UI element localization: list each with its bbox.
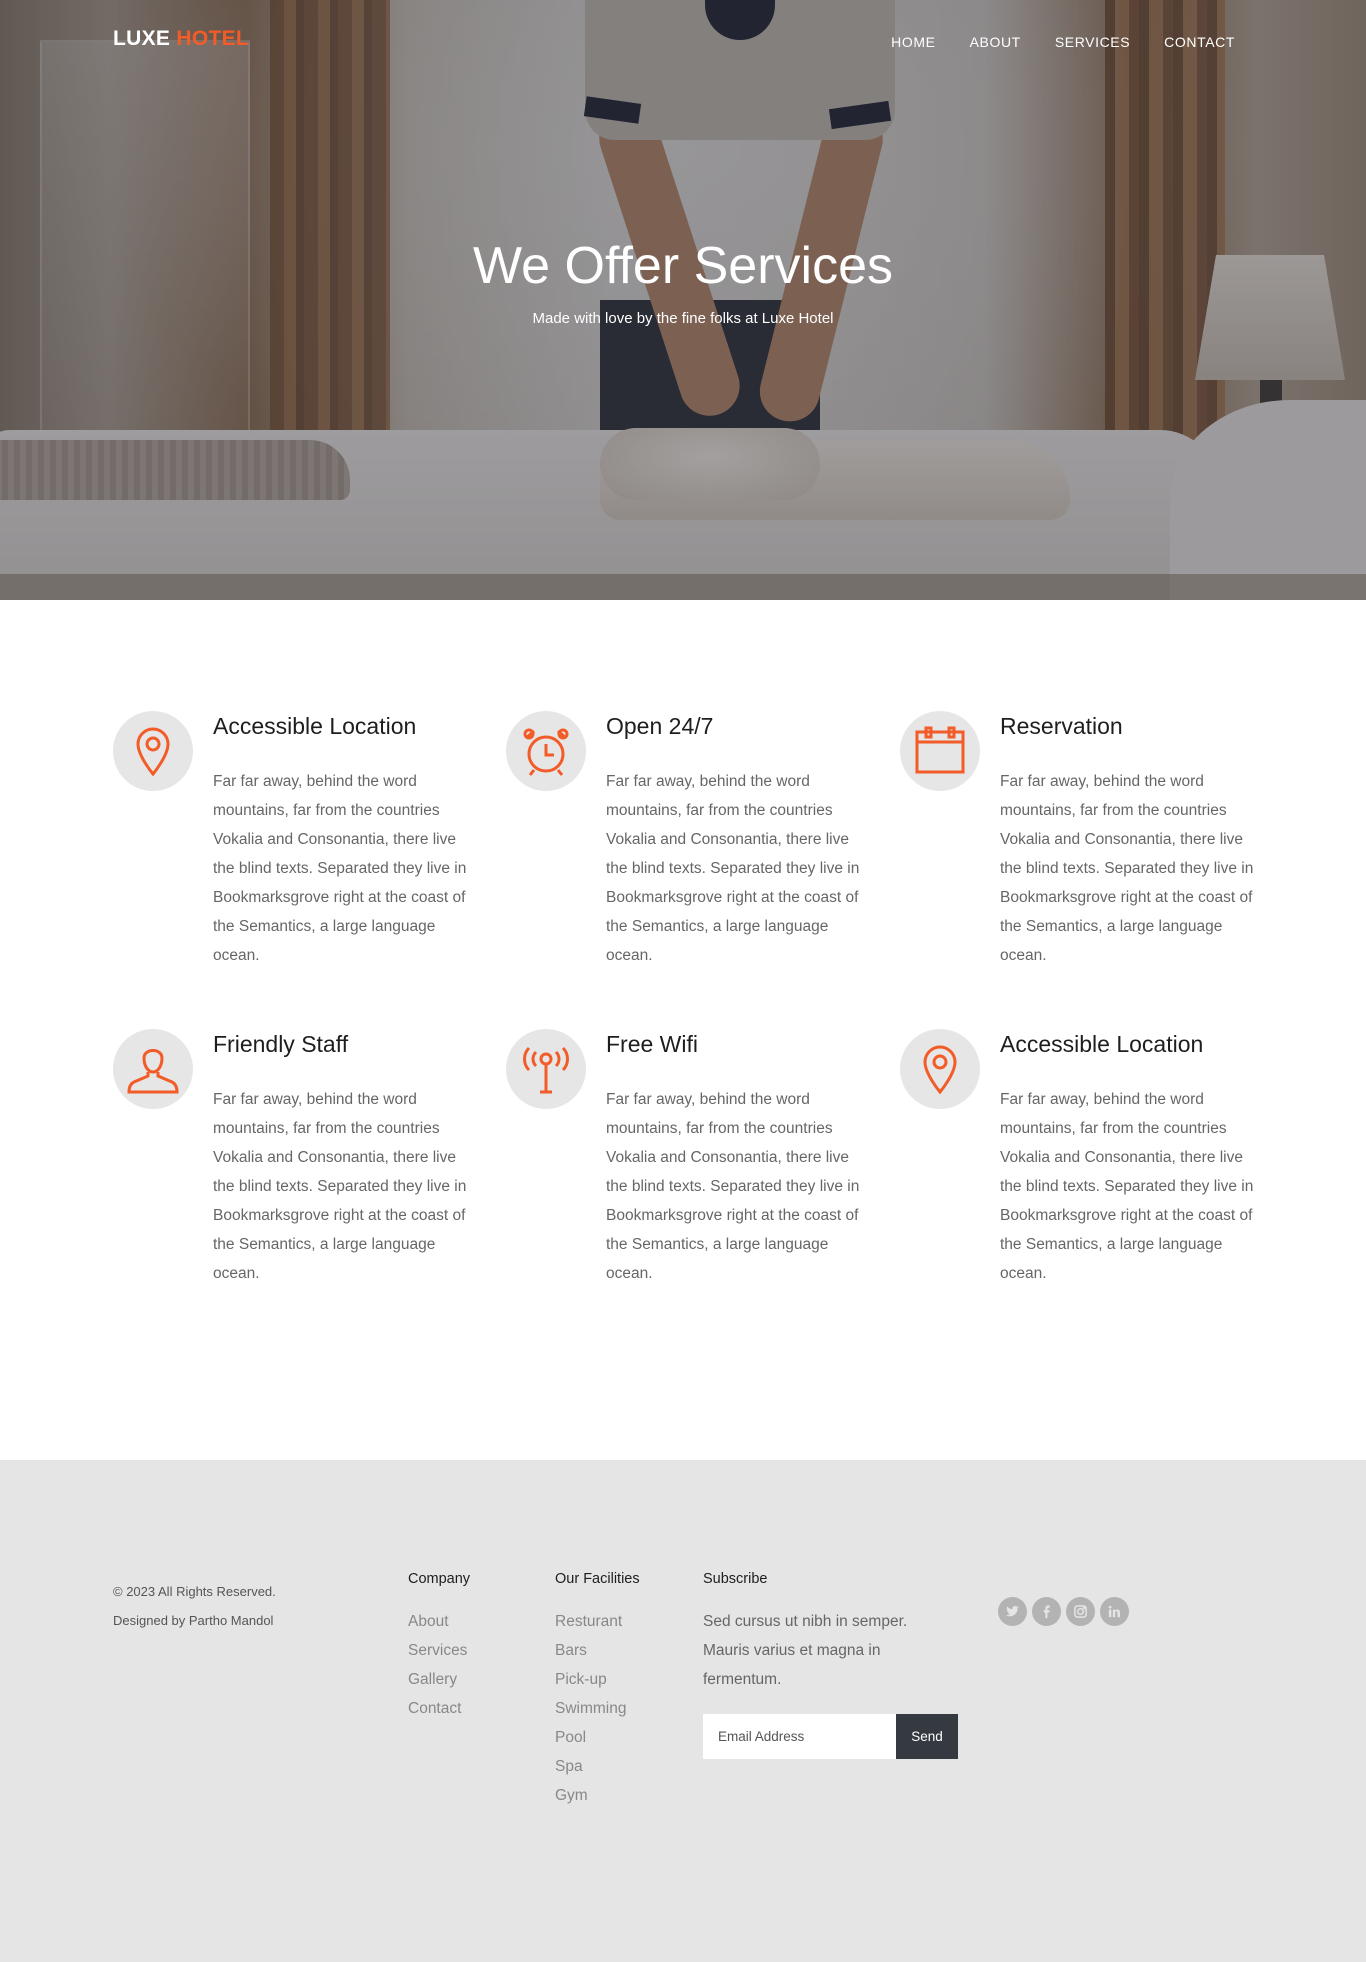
twitter-icon [1005,1605,1020,1617]
service-title: Free Wifi [606,1031,698,1057]
nav-services[interactable]: SERVICES [1055,34,1130,50]
footer-link-gym[interactable]: Gym [555,1781,640,1810]
hero-section: LUXE HOTEL HOME ABOUT SERVICES CONTACT W… [0,0,1366,600]
person-icon [127,1049,179,1094]
footer-link-pickup[interactable]: Pick-up [555,1665,640,1694]
service-title: Friendly Staff [213,1031,349,1057]
footer-company-heading: Company [408,1571,471,1587]
twitter-link[interactable] [998,1597,1027,1626]
footer-subscribe-column: Subscribe Sed cursus ut nibh in semper. … [703,1571,958,1759]
services-section: Accessible Location Far far away, behind… [0,600,1366,1460]
facebook-icon [1043,1605,1050,1619]
antenna-icon [523,1046,569,1094]
hero-title: We Offer Services [473,237,893,295]
brand-logo[interactable]: LUXE HOTEL [113,27,249,51]
service-icon-circle [113,1029,193,1109]
email-input[interactable] [703,1714,896,1759]
footer-link-resturant[interactable]: Resturant [555,1607,640,1636]
footer-link-swimming[interactable]: Swimming [555,1694,640,1723]
service-title: Accessible Location [1000,1031,1204,1057]
hero-subtitle: Made with love by the fine folks at Luxe… [532,310,834,327]
service-icon-circle [113,711,193,791]
footer-link-pool[interactable]: Pool [555,1723,640,1752]
footer-copyright-block: © 2023 All Rights Reserved. Designed by … [113,1577,276,1635]
send-button[interactable]: Send [896,1714,958,1759]
navbar: LUXE HOTEL HOME ABOUT SERVICES CONTACT [0,0,1366,80]
location-pin-icon [923,1045,957,1095]
service-text: Far far away, behind the word mountains,… [213,1091,467,1282]
brand-logo-part1: LUXE [113,27,171,50]
calendar-icon [915,726,965,774]
service-text: Far far away, behind the word mountains,… [1000,773,1254,964]
service-title: Accessible Location [213,713,417,739]
footer: © 2023 All Rights Reserved. Designed by … [0,1460,1366,1962]
nav-contact[interactable]: CONTACT [1164,34,1235,50]
service-text: Far far away, behind the word mountains,… [606,773,860,964]
service-icon-circle [900,711,980,791]
footer-link-bars[interactable]: Bars [555,1636,640,1665]
service-icon-circle [506,711,586,791]
brand-logo-part2: HOTEL [176,27,250,50]
service-text: Far far away, behind the word mountains,… [213,773,467,964]
social-links [998,1597,1129,1626]
hero-overlay [0,0,1366,600]
footer-link-about[interactable]: About [408,1607,470,1636]
service-icon-circle [506,1029,586,1109]
footer-facilities-heading: Our Facilities [555,1571,640,1587]
service-text: Far far away, behind the word mountains,… [1000,1091,1254,1282]
footer-subscribe-heading: Subscribe [703,1571,768,1587]
service-title: Reservation [1000,713,1123,739]
linkedin-link[interactable] [1100,1597,1129,1626]
footer-company-column: Company About Services Gallery Contact [408,1571,470,1723]
copyright-text: © 2023 All Rights Reserved. [113,1584,276,1599]
instagram-icon [1074,1605,1087,1618]
nav-home[interactable]: HOME [891,34,935,50]
footer-link-gallery[interactable]: Gallery [408,1665,470,1694]
alarm-clock-icon [523,728,569,776]
facebook-link[interactable] [1032,1597,1061,1626]
subscribe-description: Sed cursus ut nibh in semper. Mauris var… [703,1613,908,1688]
footer-link-spa[interactable]: Spa [555,1752,640,1781]
location-pin-icon [136,727,170,777]
service-icon-circle [900,1029,980,1109]
instagram-link[interactable] [1066,1597,1095,1626]
service-title: Open 24/7 [606,713,714,739]
service-text: Far far away, behind the word mountains,… [606,1091,860,1282]
designer-credit: Designed by Partho Mandol [113,1613,274,1628]
main-menu: HOME ABOUT SERVICES CONTACT [891,34,1235,50]
footer-facilities-column: Our Facilities Resturant Bars Pick-up Sw… [555,1571,640,1810]
footer-link-services[interactable]: Services [408,1636,470,1665]
linkedin-icon [1108,1605,1120,1618]
nav-about[interactable]: ABOUT [970,34,1021,50]
hero-bottom-strip [0,574,1366,600]
footer-link-contact[interactable]: Contact [408,1694,470,1723]
subscribe-form: Send [703,1714,958,1759]
